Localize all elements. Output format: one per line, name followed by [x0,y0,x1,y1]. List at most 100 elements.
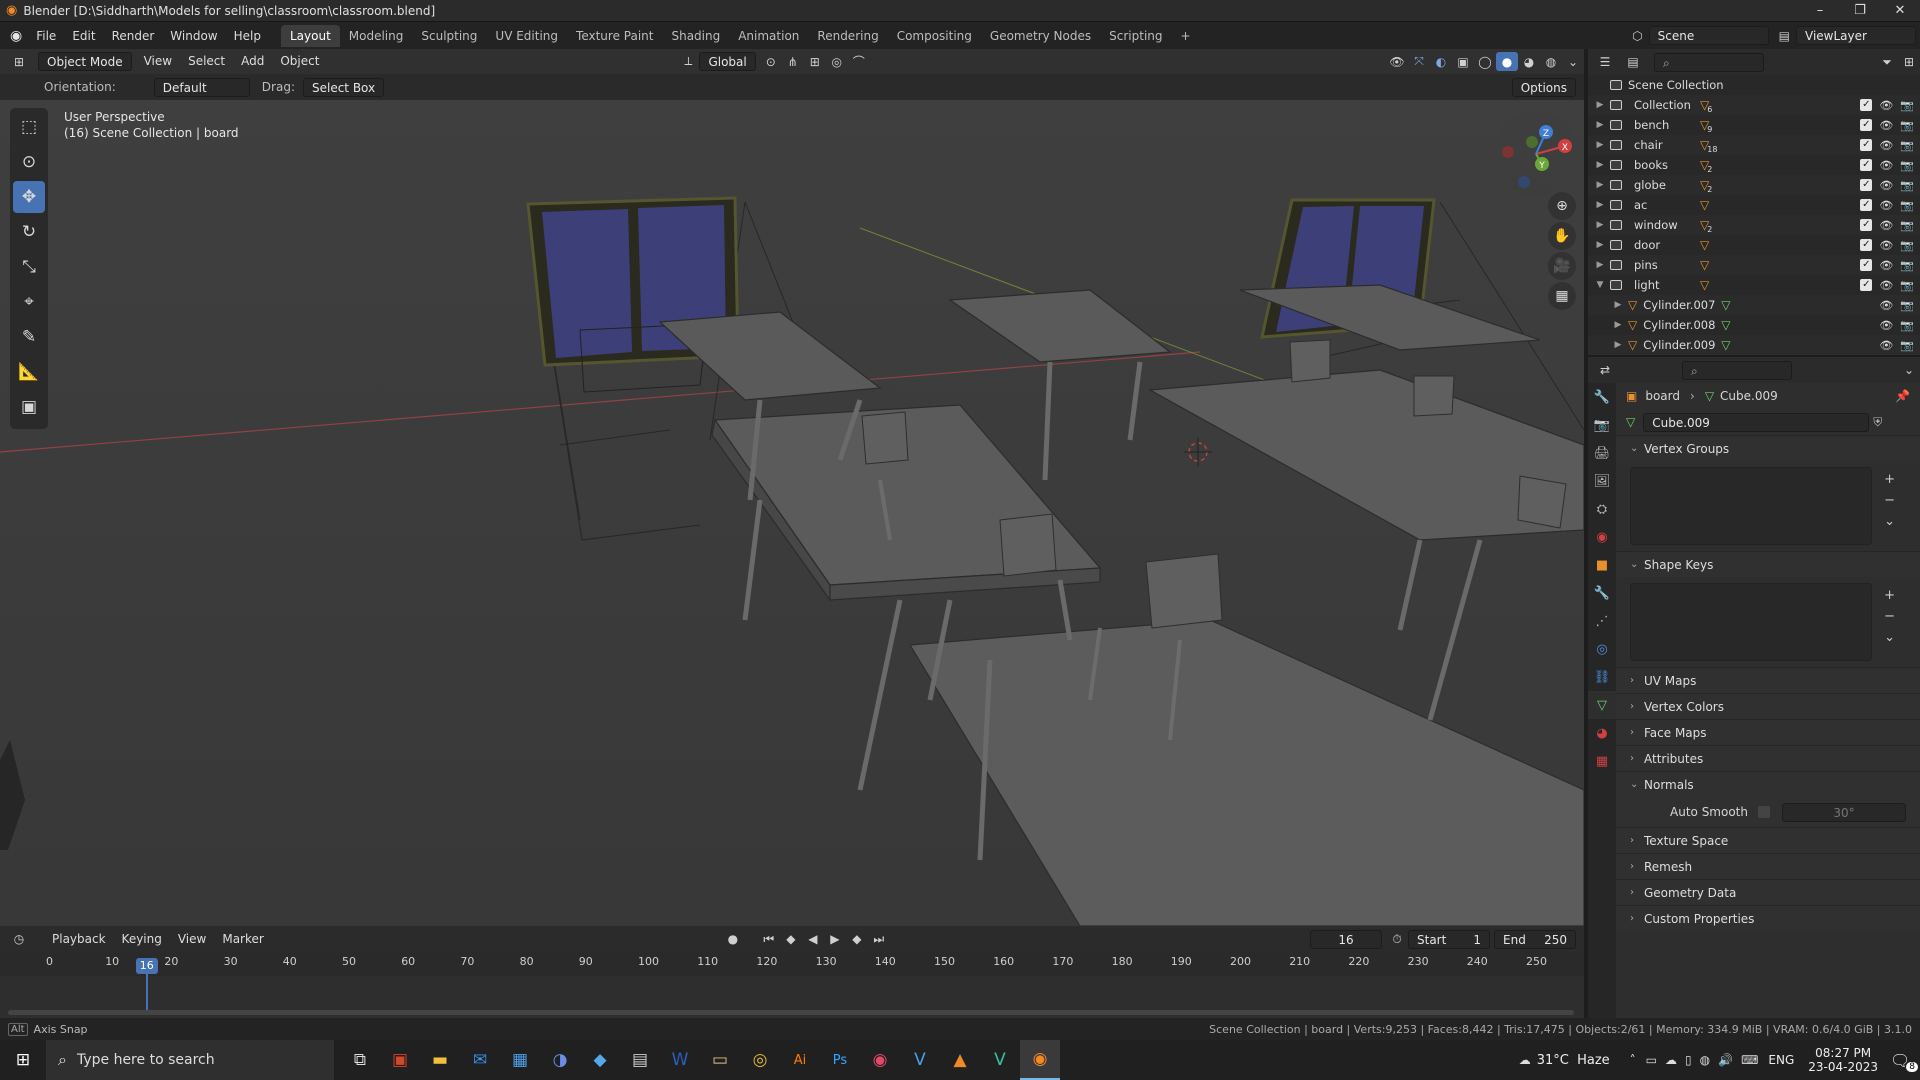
normals-section[interactable]: ⌄ Normals [1616,771,1920,797]
fake-user-shield-icon[interactable]: ⛨ [1873,415,1882,430]
jump-end-icon[interactable]: ⏭ [868,930,890,949]
collapse-arrow-icon[interactable]: ▶ [1594,120,1606,130]
start-frame-field[interactable]: Start 1 [1408,929,1490,949]
vertex-groups-section[interactable]: ⌄ Vertex Groups [1616,435,1920,461]
timeline-menu-view[interactable]: View [170,930,214,949]
word-icon[interactable]: W [660,1040,700,1080]
snap-target-icon[interactable]: ⊞ [804,52,826,71]
new-collection-icon[interactable]: ⊞ [1898,53,1920,72]
illustrator-icon[interactable]: Ai [780,1040,820,1080]
snap-icon[interactable]: ⋔ [782,52,804,71]
vertex-colors-section[interactable]: › Vertex Colors [1616,693,1920,719]
filter-icon[interactable]: ⏷ [1876,53,1898,72]
ortho-grid-icon[interactable]: ▦ [1548,282,1576,310]
edge-icon[interactable]: ◑ [540,1040,580,1080]
overlay-toggle-icon[interactable]: ◐ [1430,52,1452,71]
playhead-line[interactable] [145,974,148,1014]
mesh-data-name-field[interactable]: Cube.009 [1643,412,1870,432]
volume-icon[interactable]: 🔊 [1718,1053,1733,1067]
visibility-eye-icon[interactable]: 👁 [1879,259,1893,272]
vertex-group-menu-icon[interactable]: ⌄ [1884,514,1895,529]
outliner-row-pins[interactable]: ▶ pins ▽ ✓ 👁 📷 [1588,255,1920,275]
camera-view-icon[interactable]: 🎥 [1548,252,1576,280]
constraints-tab-icon[interactable]: ⛓ [1588,663,1616,691]
app4-icon[interactable]: ◉ [860,1040,900,1080]
file-explorer-icon[interactable]: ▬ [420,1040,460,1080]
zoom-icon[interactable]: ⊕ [1548,192,1576,220]
workspace-tab-geometry-nodes[interactable]: Geometry Nodes [981,25,1100,47]
wireframe-shading-icon[interactable]: ◯ [1474,52,1496,71]
timeline-menu-marker[interactable]: Marker [214,930,271,949]
outliner-row-cylinder-007[interactable]: ▶ ▽ Cylinder.007 ▽ 👁 📷 [1588,295,1920,315]
workspace-tab-rendering[interactable]: Rendering [808,25,887,47]
remove-shape-key-icon[interactable]: − [1884,609,1895,624]
visibility-eye-icon[interactable]: 👁 [1879,279,1893,292]
chevron-up-icon[interactable]: ˄ [1630,1053,1636,1067]
rendered-shading-icon[interactable]: ◍ [1540,52,1562,71]
pin-icon[interactable]: 📌 [1895,389,1910,403]
geometry-data-section[interactable]: › Geometry Data [1616,879,1920,905]
material-shading-icon[interactable]: ◕ [1518,52,1540,71]
current-frame-field[interactable]: 16 [1310,929,1382,949]
data-tab-icon[interactable]: ▽ [1588,691,1616,719]
collapse-arrow-icon[interactable]: ▶ [1612,300,1624,310]
task-view-icon[interactable]: ⧉ [340,1040,380,1080]
rotate-tool-icon[interactable]: ↻ [13,216,45,248]
workspace-tab-texture-paint[interactable]: Texture Paint [567,25,662,47]
network-icon[interactable]: ◍ [1700,1053,1710,1067]
collapse-arrow-icon[interactable]: ▶ [1612,340,1624,350]
3d-viewport[interactable]: User Perspective (16) Scene Collection |… [0,100,1584,926]
exclude-checkbox[interactable]: ✓ [1860,219,1873,231]
onedrive-icon[interactable]: ☁ [1665,1053,1677,1067]
play-icon[interactable]: ▶ [824,930,846,949]
notification-center-icon[interactable]: 🗨 8 [1890,1051,1920,1072]
render-camera-icon[interactable]: 📷 [1900,139,1914,152]
render-tab-icon[interactable]: 📷 [1588,411,1616,439]
jump-start-icon[interactable]: ⏮ [758,930,780,949]
tool-tab-icon[interactable]: 🔧 [1588,383,1616,411]
editor-type-icon[interactable]: ⊞ [8,52,30,71]
powerpoint-icon[interactable]: ▣ [380,1040,420,1080]
weather-text[interactable]: 31°C Haze [1537,1053,1610,1068]
world-tab-icon[interactable]: ◉ [1588,523,1616,551]
workspace-tab-scripting[interactable]: Scripting [1100,25,1171,47]
windows-start-icon[interactable]: ⊞ [0,1040,46,1080]
workspace-tab-sculpting[interactable]: Sculpting [412,25,486,47]
shape-key-menu-icon[interactable]: ⌄ [1884,630,1895,645]
battery-icon[interactable]: ▯ [1685,1053,1692,1067]
gizmo-toggle-icon[interactable]: ⤧ [1408,52,1430,71]
collapse-arrow-icon[interactable]: ▶ [1594,220,1606,230]
exclude-checkbox[interactable]: ✓ [1860,259,1873,271]
render-camera-icon[interactable]: 📷 [1900,259,1914,272]
visibility-eye-icon[interactable]: 👁 [1879,99,1893,112]
auto-smooth-checkbox[interactable] [1758,806,1770,818]
render-camera-icon[interactable]: 📷 [1900,239,1914,252]
collapse-arrow-icon[interactable]: ▶ [1594,260,1606,270]
exclude-checkbox[interactable]: ✓ [1860,199,1873,211]
collapse-arrow-icon[interactable]: ▶ [1594,140,1606,150]
outliner-row-door[interactable]: ▶ door ▽ ✓ 👁 📷 [1588,235,1920,255]
scene-selector[interactable]: Scene [1648,26,1769,45]
collapse-arrow-icon[interactable]: ▶ [1612,320,1624,330]
render-camera-icon[interactable]: 📷 [1900,179,1914,192]
clock[interactable]: 08:27 PM 23-04-2023 [1808,1046,1878,1074]
timeline-scrollbar[interactable] [8,1010,1574,1015]
add-vertex-group-icon[interactable]: + [1884,472,1895,487]
timeline-menu-playback[interactable]: Playback [44,930,114,949]
chrome-icon[interactable]: ◎ [740,1040,780,1080]
record-icon[interactable]: ● [722,930,744,949]
vlc-icon[interactable]: ▲ [940,1040,980,1080]
timeline-area[interactable]: 0 10 20 30 40 50 60 70 80 90 100 110 120 130 140 150 160… [0,952,1584,1018]
chevron-down-icon[interactable]: ⌄ [1898,361,1920,380]
outliner-row-globe[interactable]: ▶ globe ▽ 2 ✓ 👁 📷 [1588,175,1920,195]
shape-keys-section[interactable]: ⌄ Shape Keys [1616,551,1920,577]
visibility-eye-icon[interactable]: 👁 [1879,119,1893,132]
timeline-menu-keying[interactable]: Keying [114,930,170,949]
menu-render[interactable]: Render [104,25,163,47]
falloff-icon[interactable]: ⌒ [848,52,870,71]
next-keyframe-icon[interactable]: ◆ [846,930,868,949]
view-layer-selector[interactable]: ViewLayer [1796,26,1916,45]
visibility-eye-icon[interactable]: 👁 [1879,339,1893,352]
auto-smooth-angle-field[interactable]: 30° [1782,802,1906,822]
custom-properties-section[interactable]: › Custom Properties [1616,905,1920,931]
